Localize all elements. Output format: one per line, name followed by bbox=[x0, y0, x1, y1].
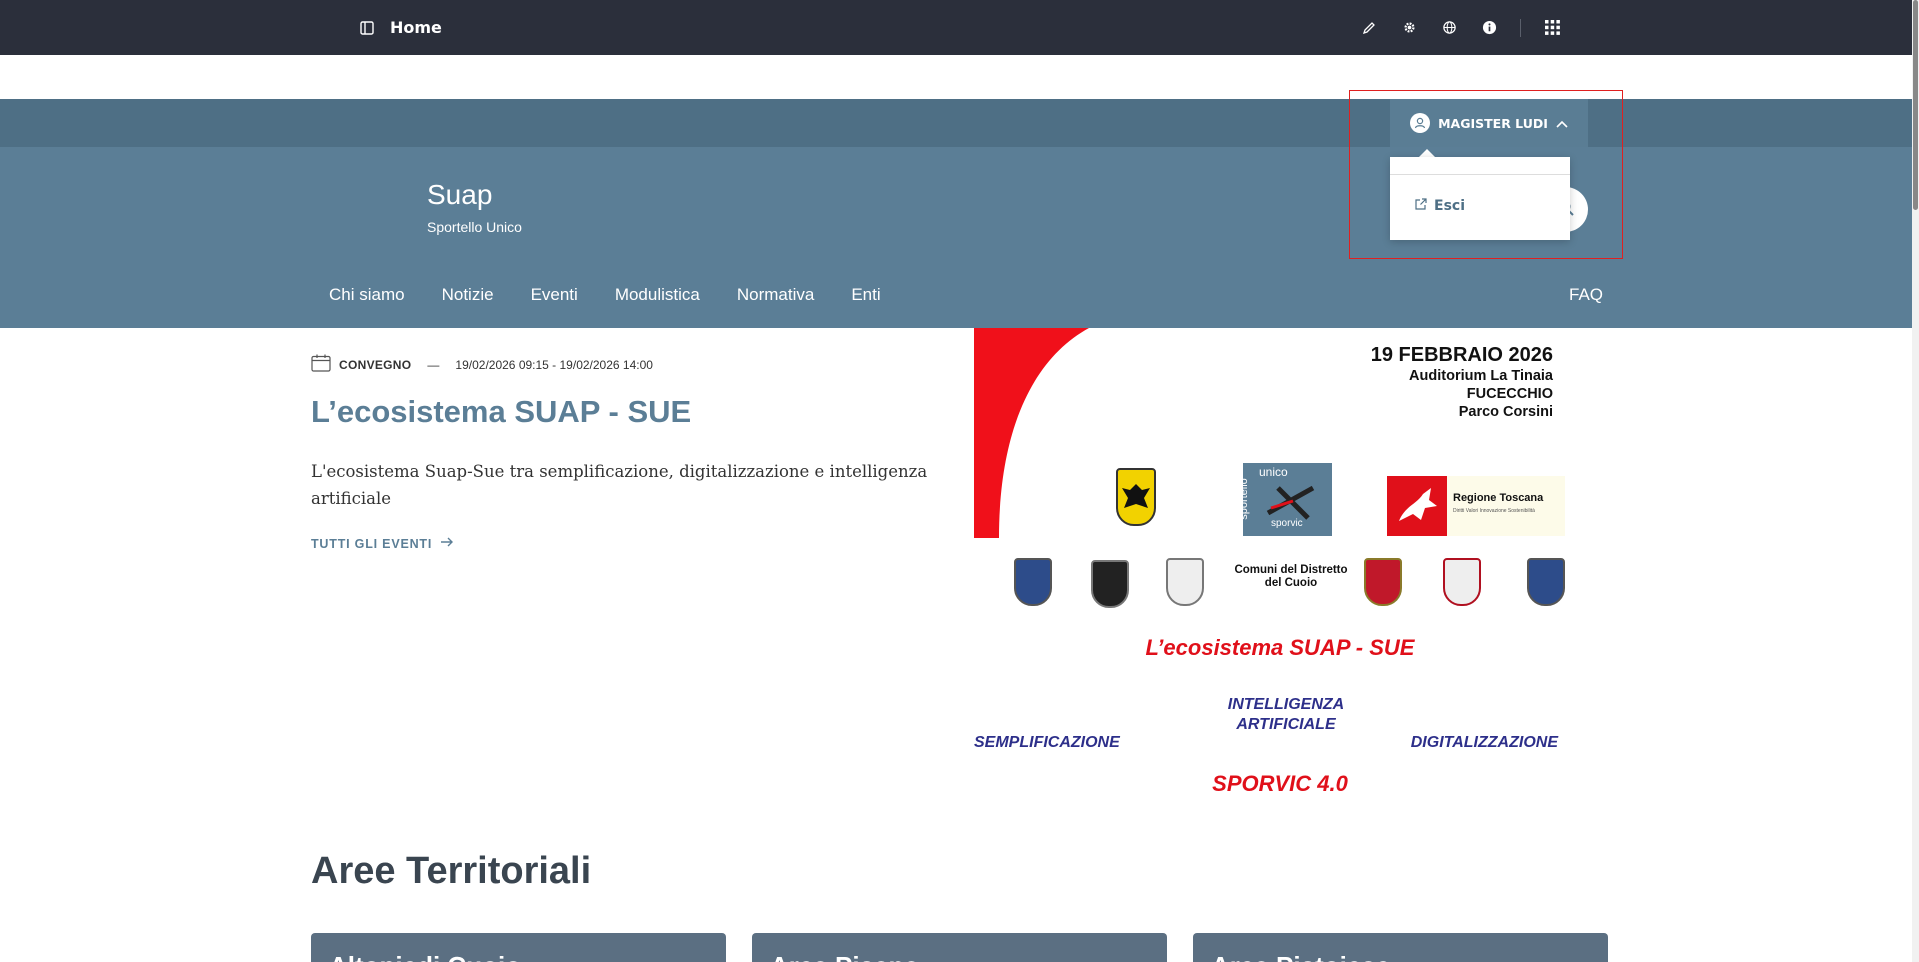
info-icon[interactable] bbox=[1480, 19, 1498, 37]
sportello-logo-sporvic: sporvic bbox=[1271, 518, 1303, 529]
brand-subtitle: Sportello Unico bbox=[427, 219, 522, 235]
center-header: Suap Sportello Unico Chi siamo Notizie E… bbox=[0, 147, 1919, 328]
province-crest-icon bbox=[1116, 468, 1156, 526]
nav-item-modulistica[interactable]: Modulistica bbox=[615, 285, 700, 305]
nav-item-notizie[interactable]: Notizie bbox=[442, 285, 494, 305]
poster-park: Parco Corsini bbox=[1458, 404, 1553, 420]
municipality-crest-icon bbox=[1166, 558, 1204, 606]
poster-date: 19 FEBBRAIO 2026 bbox=[1370, 344, 1553, 366]
all-events-link[interactable]: TUTTI GLI EVENTI bbox=[311, 536, 454, 551]
apps-grid-icon[interactable] bbox=[1543, 19, 1561, 37]
arrow-right-icon bbox=[440, 536, 454, 551]
gear-icon[interactable] bbox=[1400, 19, 1418, 37]
nav-item-faq[interactable]: FAQ bbox=[1569, 285, 1603, 305]
area-card-label: Altopiedi Cuoio bbox=[329, 951, 521, 962]
sportello-logo-unico: unico bbox=[1259, 465, 1288, 479]
calendar-icon bbox=[311, 354, 331, 375]
regione-toscana-label: Regione Toscana bbox=[1453, 492, 1544, 504]
area-card[interactable]: Area Pistoiese bbox=[1193, 933, 1608, 962]
regione-toscana-motto: Diritti Valori Innovazione Sostenibilità bbox=[1453, 508, 1535, 514]
event-poster-image[interactable]: 19 FEBBRAIO 2026 Auditorium La Tinaia FU… bbox=[974, 328, 1586, 816]
area-card[interactable]: Area Pisana bbox=[752, 933, 1167, 962]
municipality-crest-icon bbox=[1014, 558, 1052, 606]
nav-item-eventi[interactable]: Eventi bbox=[531, 285, 578, 305]
admin-toolbar-right bbox=[1360, 0, 1561, 55]
area-card[interactable]: Altopiedi Cuoio bbox=[311, 933, 726, 962]
event-category[interactable]: CONVEGNO bbox=[339, 358, 411, 372]
nav-item-normativa[interactable]: Normativa bbox=[737, 285, 814, 305]
area-card-label: Area Pistoiese bbox=[1211, 951, 1390, 962]
section-title-areas: Aree Territoriali bbox=[311, 850, 592, 892]
poster-districts: Comuni del Distretto del Cuoio bbox=[1234, 564, 1348, 589]
area-card-label: Area Pisana bbox=[770, 951, 919, 962]
regione-toscana-logo: Regione Toscana Diritti Valori Innovazio… bbox=[1387, 476, 1565, 536]
toolbar-divider bbox=[1520, 18, 1521, 37]
poster-ia: INTELLIGENZA ARTIFICIALE bbox=[1227, 696, 1345, 733]
white-strip bbox=[0, 55, 1919, 99]
municipality-crest-icon bbox=[1091, 560, 1129, 608]
scrollbar-thumb[interactable] bbox=[1913, 0, 1918, 210]
admin-toolbar-left: Home bbox=[358, 0, 442, 55]
slim-header: MAGISTER LUDI bbox=[0, 99, 1919, 147]
globe-icon[interactable] bbox=[1440, 19, 1458, 37]
event-meta: CONVEGNO — 19/02/2026 09:15 - 19/02/2026… bbox=[311, 354, 653, 375]
poster-city: FUCECCHIO bbox=[1466, 386, 1553, 402]
municipality-crest-icon bbox=[1364, 558, 1402, 606]
event-title[interactable]: L’ecosistema SUAP - SUE bbox=[311, 394, 691, 430]
event-separator: — bbox=[427, 357, 440, 372]
pencil-icon[interactable] bbox=[1360, 19, 1378, 37]
main-nav: Chi siamo Notizie Eventi Modulistica Nor… bbox=[329, 285, 881, 305]
municipality-crest-icon bbox=[1527, 558, 1565, 606]
all-events-label: TUTTI GLI EVENTI bbox=[311, 536, 433, 551]
sidebar-toggle-icon[interactable] bbox=[358, 19, 376, 37]
nav-item-chi-siamo[interactable]: Chi siamo bbox=[329, 285, 405, 305]
event-dates: 19/02/2026 09:15 - 19/02/2026 14:00 bbox=[455, 357, 653, 372]
admin-page-title[interactable]: Home bbox=[390, 18, 442, 37]
poster-semplificazione: SEMPLIFICAZIONE bbox=[974, 734, 1120, 751]
poster-digitalizzazione: DIGITALIZZAZIONE bbox=[1410, 734, 1558, 751]
brand-title[interactable]: Suap bbox=[427, 179, 492, 211]
admin-toolbar: Home bbox=[0, 0, 1919, 55]
highlight-box bbox=[1349, 90, 1623, 259]
municipality-crest-icon bbox=[1443, 558, 1481, 606]
sportello-unico-logo: unico sportello sporvic bbox=[1238, 463, 1332, 536]
nav-item-enti[interactable]: Enti bbox=[851, 285, 880, 305]
pegasus-icon bbox=[1387, 476, 1447, 536]
event-description: L'ecosistema Suap-Sue tra semplificazion… bbox=[311, 462, 928, 508]
poster-red-curve bbox=[974, 328, 1089, 538]
poster-sporvic: SPORVIC 4.0 bbox=[1212, 771, 1348, 796]
sportello-logo-sportello: sportello bbox=[1237, 478, 1250, 520]
poster-main-title: L’ecosistema SUAP - SUE bbox=[1145, 635, 1415, 660]
poster-venue: Auditorium La Tinaia bbox=[1409, 368, 1553, 384]
